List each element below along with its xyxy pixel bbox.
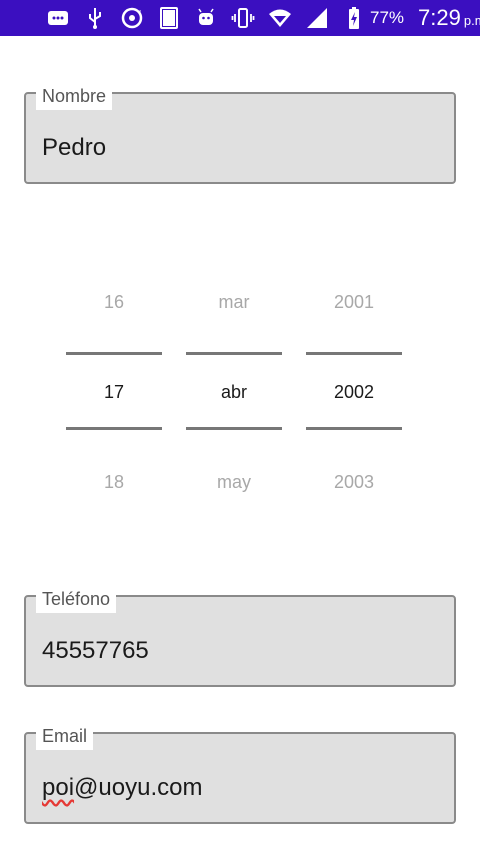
usb-icon bbox=[83, 6, 107, 30]
clock-ampm: p.m. bbox=[463, 13, 480, 28]
nombre-input[interactable]: Pedro bbox=[42, 134, 106, 162]
nombre-field[interactable]: Nombre Pedro bbox=[24, 82, 456, 184]
month-prev[interactable]: mar bbox=[186, 292, 282, 313]
year-prev[interactable]: 2001 bbox=[306, 292, 402, 313]
year-next[interactable]: 2003 bbox=[306, 472, 402, 493]
month-divider-top bbox=[186, 352, 282, 355]
chrome-sync-icon: ! bbox=[120, 6, 144, 30]
telefono-input[interactable]: 45557765 bbox=[42, 637, 149, 665]
telefono-field[interactable]: Teléfono 45557765 bbox=[24, 585, 456, 687]
year-divider-top bbox=[306, 352, 402, 355]
year-current[interactable]: 2002 bbox=[306, 382, 402, 403]
vibrate-icon bbox=[231, 6, 255, 30]
email-misspelled-part: poi bbox=[42, 774, 75, 801]
email-rest: @uoyu.com bbox=[74, 774, 203, 801]
signal-icon bbox=[305, 6, 329, 30]
telefono-label: Teléfono bbox=[36, 585, 117, 613]
nombre-label: Nombre bbox=[36, 82, 113, 110]
message-icon bbox=[46, 6, 70, 30]
clock-time: 7:29 bbox=[418, 5, 461, 30]
month-divider-bottom bbox=[186, 427, 282, 430]
email-label: Email bbox=[36, 722, 94, 750]
day-current[interactable]: 17 bbox=[66, 382, 162, 403]
day-picker[interactable]: 16 17 18 bbox=[66, 280, 162, 500]
month-next[interactable]: may bbox=[186, 472, 282, 493]
year-divider-bottom bbox=[306, 427, 402, 430]
battery-charging-icon bbox=[342, 6, 366, 30]
year-picker[interactable]: 2001 2002 2003 bbox=[306, 280, 402, 500]
android-icon bbox=[194, 6, 218, 30]
day-divider-top bbox=[66, 352, 162, 355]
svg-text:!: ! bbox=[139, 9, 141, 18]
day-next[interactable]: 18 bbox=[66, 472, 162, 493]
day-divider-bottom bbox=[66, 427, 162, 430]
email-field[interactable]: Email poi@uoyu.com bbox=[24, 722, 456, 824]
month-current[interactable]: abr bbox=[186, 382, 282, 403]
email-input[interactable]: poi@uoyu.com bbox=[42, 774, 202, 802]
wifi-icon bbox=[268, 6, 292, 30]
holy-bible-app-icon bbox=[157, 6, 181, 30]
status-bar: ! 77% 7:29 p.m. bbox=[0, 0, 480, 36]
month-picker[interactable]: mar abr may bbox=[186, 280, 282, 500]
day-prev[interactable]: 16 bbox=[66, 292, 162, 313]
battery-percent: 77% bbox=[370, 8, 405, 27]
